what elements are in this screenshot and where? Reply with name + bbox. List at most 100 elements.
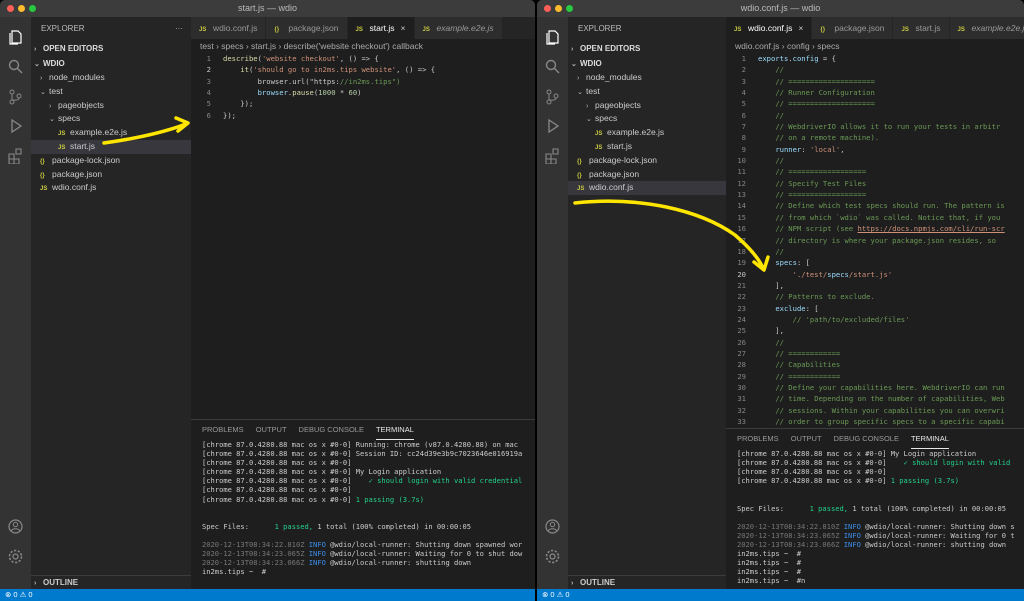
breadcrumb-item[interactable]: describe('website checkout') callback xyxy=(284,41,423,51)
terminal-line: in2ms.tips ~ # xyxy=(737,558,802,568)
zoom-window-button[interactable] xyxy=(29,5,36,12)
breadcrumb-item[interactable]: config xyxy=(787,41,810,51)
tree-item-package-json[interactable]: {} package.json xyxy=(31,168,191,182)
search-icon[interactable] xyxy=(544,58,561,75)
code-text: // sessions. Within your capabilities yo… xyxy=(775,405,1005,415)
panel-tab-debug-console[interactable]: DEBUG CONSOLE xyxy=(834,429,899,449)
tree-item-pageobjects[interactable]: › pageobjects xyxy=(31,99,191,113)
tab-example-e2e-js[interactable]: JS example.e2e.js xyxy=(414,17,503,39)
code-line: 2 // xyxy=(726,64,1024,75)
source-control-icon[interactable] xyxy=(544,88,561,105)
workspace-root[interactable]: ⌄ WDIO xyxy=(31,56,191,71)
code-text: // xyxy=(775,156,784,166)
terminal-line: [chrome 87.0.4280.88 mac os x #0-0] Runn… xyxy=(202,440,519,449)
outline-section[interactable]: › OUTLINE xyxy=(31,575,191,589)
code-editor[interactable]: 1 describe('website checkout', () => {2 i… xyxy=(191,53,535,121)
account-icon[interactable] xyxy=(7,518,24,535)
open-editors-section[interactable]: › OPEN EDITORS xyxy=(31,41,191,56)
tree-item-test[interactable]: ⌄ test xyxy=(31,85,191,99)
tree-item-wdio-conf-js[interactable]: JS wdio.conf.js xyxy=(568,181,726,196)
run-debug-icon[interactable] xyxy=(544,117,561,134)
problems-status[interactable]: ⊗ 0 ⚠ 0 xyxy=(542,590,570,599)
code-line: 13 // ================== xyxy=(726,189,1024,200)
code-line: 6 // xyxy=(726,110,1024,121)
tab-start-js[interactable]: JS start.js xyxy=(893,17,950,39)
close-icon[interactable]: × xyxy=(798,23,803,33)
panel-tab-output[interactable]: OUTPUT xyxy=(791,429,822,449)
breadcrumb-item[interactable]: start.js xyxy=(251,41,276,51)
tree-item-start-js[interactable]: JS start.js xyxy=(31,139,191,154)
tab-package-json[interactable]: {} package.json xyxy=(812,17,894,39)
editor-tabs: JS wdio.conf.js{} package.json JS start.js × J… xyxy=(191,17,535,39)
terminal[interactable]: [chrome 87.0.4280.88 mac os x #0-0] Runn… xyxy=(191,440,535,576)
breadcrumb-item[interactable]: wdio.conf.js xyxy=(735,41,779,51)
source-control-icon[interactable] xyxy=(7,88,24,105)
panel-tab-terminal[interactable]: TERMINAL xyxy=(375,420,414,440)
terminal[interactable]: [chrome 87.0.4280.88 mac os x #0-0] My L… xyxy=(726,449,1024,585)
tree-item-package-lock-json[interactable]: {} package-lock.json xyxy=(31,154,191,168)
line-number: 29 xyxy=(737,371,746,381)
tree-item-label: node_modules xyxy=(49,72,105,82)
extensions-icon[interactable] xyxy=(544,147,561,164)
breadcrumb-item[interactable]: specs xyxy=(221,41,243,51)
close-icon[interactable]: × xyxy=(401,23,406,33)
tab-example-e2e-js[interactable]: JS example.e2e.js xyxy=(949,17,1024,39)
js-file-icon: JS xyxy=(577,186,585,193)
extensions-icon[interactable] xyxy=(7,147,24,164)
code-line: 3 browser.url("https://in2ms.tips") xyxy=(191,76,535,87)
close-window-button[interactable] xyxy=(544,5,551,12)
tree-item-example-e2e-js[interactable]: JS example.e2e.js xyxy=(568,126,726,140)
zoom-window-button[interactable] xyxy=(566,5,573,12)
files-icon[interactable] xyxy=(7,29,24,46)
panel-tab-terminal[interactable]: TERMINAL xyxy=(910,429,949,449)
tree-item-specs[interactable]: ⌄ specs xyxy=(568,112,726,126)
minimize-window-button[interactable] xyxy=(18,5,25,12)
tree-item-node_modules[interactable]: › node_modules xyxy=(568,71,726,85)
run-debug-icon[interactable] xyxy=(7,117,24,134)
close-window-button[interactable] xyxy=(7,5,14,12)
open-editors-section[interactable]: › OPEN EDITORS xyxy=(568,41,726,56)
more-actions-icon[interactable]: ··· xyxy=(175,17,183,41)
files-icon[interactable] xyxy=(544,29,561,46)
outline-section[interactable]: › OUTLINE xyxy=(568,575,726,589)
breadcrumb-item[interactable]: test xyxy=(200,41,214,51)
code-editor[interactable]: 1 exports.config = {2 //3 // ============… xyxy=(726,53,1024,427)
window-titlebar: start.js — wdio xyxy=(0,0,535,17)
panel-tab-problems[interactable]: PROBLEMS xyxy=(202,420,244,440)
window-controls[interactable] xyxy=(7,5,36,12)
tree-item-start-js[interactable]: JS start.js xyxy=(568,140,726,154)
tree-item-package-json[interactable]: {} package.json xyxy=(568,168,726,182)
chevron-down-icon: ⌄ xyxy=(577,88,583,96)
code-text: // Runner Configuration xyxy=(775,88,875,98)
code-line: 1 exports.config = { xyxy=(726,53,1024,64)
tab-package-json[interactable]: {} package.json xyxy=(266,17,348,39)
window-controls[interactable] xyxy=(544,5,573,12)
tab-wdio-conf-js[interactable]: JS wdio.conf.js xyxy=(191,17,267,39)
panel-tab-debug-console[interactable]: DEBUG CONSOLE xyxy=(299,420,364,440)
breadcrumb-item[interactable]: specs xyxy=(817,41,839,51)
problems-status[interactable]: ⊗ 0 ⚠ 0 xyxy=(5,590,33,599)
tree-item-package-lock-json[interactable]: {} package-lock.json xyxy=(568,154,726,168)
tree-item-node_modules[interactable]: › node_modules xyxy=(31,71,191,85)
tree-item-example-e2e-js[interactable]: JS example.e2e.js xyxy=(31,126,191,140)
account-icon[interactable] xyxy=(544,518,561,535)
workspace-root[interactable]: ⌄ WDIO xyxy=(568,56,726,71)
tree-item-pageobjects[interactable]: › pageobjects xyxy=(568,99,726,113)
panel-tab-problems[interactable]: PROBLEMS xyxy=(737,429,779,449)
code-line: 18 // xyxy=(726,246,1024,257)
search-icon[interactable] xyxy=(7,58,24,75)
tree-item-wdio-conf-js[interactable]: JS wdio.conf.js xyxy=(31,181,191,195)
settings-gear-icon[interactable] xyxy=(7,548,24,565)
chevron-down-icon: ⌄ xyxy=(34,61,40,68)
tree-item-specs[interactable]: ⌄ specs xyxy=(31,112,191,126)
tree-item-test[interactable]: ⌄ test xyxy=(568,85,726,99)
settings-gear-icon[interactable] xyxy=(544,548,561,565)
tab-start-js[interactable]: JS start.js × xyxy=(347,17,415,39)
panel-tab-output[interactable]: OUTPUT xyxy=(256,420,287,440)
terminal-line: 2020-12-13T08:34:23.066Z INFO @wdio/loca… xyxy=(202,558,472,568)
code-text: browser.url("https://in2ms.tips") xyxy=(223,76,401,86)
tab-wdio-conf-js[interactable]: JS wdio.conf.js × xyxy=(726,17,813,39)
code-text: // xyxy=(775,65,784,75)
minimize-window-button[interactable] xyxy=(555,5,562,12)
workspace-root-label: WDIO xyxy=(580,59,602,68)
